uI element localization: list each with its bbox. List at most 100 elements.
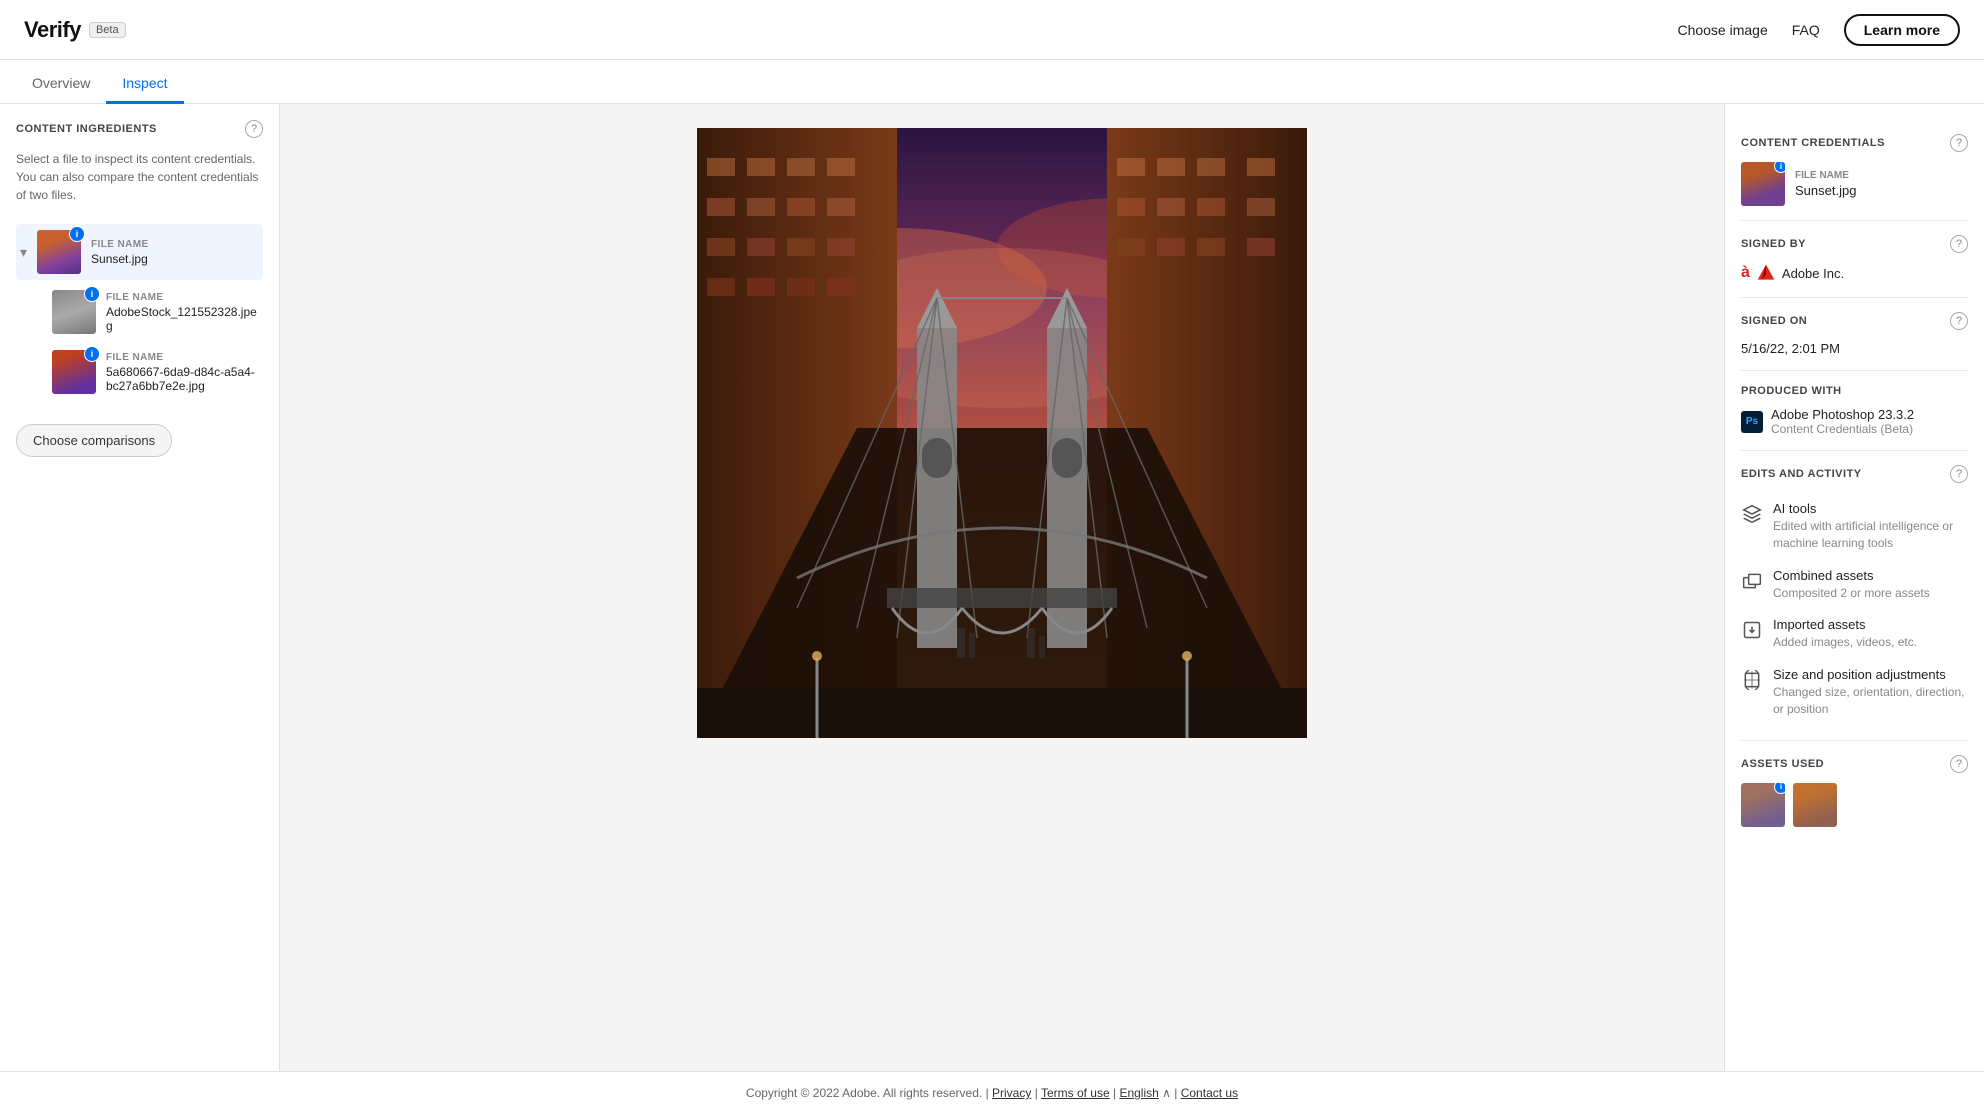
panel-title: CONTENT INGREDIENTS <box>16 123 157 135</box>
file-label-stock: FILE NAME AdobeStock_121552328.jpeg <box>106 292 259 333</box>
signed-on-title: SIGNED ON <box>1741 315 1807 327</box>
activity-size-pos-title: Size and position adjustments <box>1773 667 1968 682</box>
size-position-icon <box>1741 669 1763 691</box>
file-thumb-wrap-sunset: i <box>37 230 81 274</box>
combined-assets-icon <box>1741 570 1763 592</box>
cc-file-thumb: i <box>1741 162 1785 206</box>
produced-app-name: Adobe Photoshop 23.3.2 <box>1771 407 1914 422</box>
produced-info: Adobe Photoshop 23.3.2 Content Credentia… <box>1771 407 1914 436</box>
section-content-credentials: CONTENT CREDENTIALS ? i FILE NAME Sunset… <box>1741 120 1968 221</box>
cc-help-icon[interactable]: ? <box>1950 134 1968 152</box>
activity-ai-tools: AI tools Edited with artificial intellig… <box>1741 493 1968 560</box>
file-name-stock: AdobeStock_121552328.jpeg <box>106 305 259 333</box>
section-produced-with: PRODUCED WITH Ps Adobe Photoshop 23.3.2 … <box>1741 371 1968 451</box>
produced-with-row: Ps Adobe Photoshop 23.3.2 Content Creden… <box>1741 407 1968 436</box>
footer-contact-link[interactable]: Contact us <box>1181 1086 1238 1100</box>
right-panel: CONTENT CREDENTIALS ? i FILE NAME Sunset… <box>1724 104 1984 1071</box>
signed-by-title: SIGNED BY <box>1741 238 1806 250</box>
faq-button[interactable]: FAQ <box>1792 22 1820 38</box>
section-edits-activity: EDITS AND ACTIVITY ? AI tools Edited wit… <box>1741 451 1968 741</box>
tab-bar: Overview Inspect <box>0 60 1984 104</box>
footer-english-link[interactable]: English <box>1119 1086 1158 1100</box>
choose-comparisons-button[interactable]: Choose comparisons <box>16 424 172 457</box>
signed-by-help-icon[interactable]: ? <box>1950 235 1968 253</box>
panel-description: Select a file to inspect its content cre… <box>16 150 263 204</box>
signed-on-help-icon[interactable]: ? <box>1950 312 1968 330</box>
activity-combined-desc: Composited 2 or more assets <box>1773 585 1930 602</box>
app-name: Verify <box>24 17 81 43</box>
file-name-sunset: Sunset.jpg <box>91 252 149 266</box>
file-label-uuid: FILE NAME 5a680667-6da9-d84c-a5a4-bc27a6… <box>106 352 259 393</box>
activity-size-position: Size and position adjustments Changed si… <box>1741 659 1968 726</box>
cc-file-name: Sunset.jpg <box>1795 183 1856 198</box>
activity-size-pos-desc: Changed size, orientation, direction, or… <box>1773 684 1968 718</box>
center-panel <box>280 104 1724 1071</box>
file-thumb-wrap-uuid: i <box>52 350 96 394</box>
panel-help-icon[interactable]: ? <box>245 120 263 138</box>
file-item-stock[interactable]: i FILE NAME AdobeStock_121552328.jpeg <box>16 284 263 340</box>
cc-file-name-label: FILE NAME <box>1795 170 1856 181</box>
activity-size-pos-text: Size and position adjustments Changed si… <box>1773 667 1968 718</box>
tab-overview[interactable]: Overview <box>16 65 106 104</box>
edits-activity-header: EDITS AND ACTIVITY ? <box>1741 465 1968 483</box>
main-image-container <box>697 128 1307 738</box>
edits-activity-title: EDITS AND ACTIVITY <box>1741 468 1862 480</box>
produced-with-title: PRODUCED WITH <box>1741 385 1842 397</box>
main-image-svg <box>697 128 1307 738</box>
signed-by-header: SIGNED BY ? <box>1741 235 1968 253</box>
photoshop-icon: Ps <box>1741 411 1763 433</box>
signed-by-row: à Adobe Inc. <box>1741 263 1968 283</box>
learn-more-button[interactable]: Learn more <box>1844 14 1960 46</box>
assets-used-row: i <box>1741 783 1968 827</box>
file-list: ▾ i FILE NAME Sunset.jpg i FILE NAME <box>16 224 263 400</box>
activity-combined-assets: Combined assets Composited 2 or more ass… <box>1741 560 1968 610</box>
logo-area: Verify Beta <box>24 17 126 43</box>
activity-combined-text: Combined assets Composited 2 or more ass… <box>1773 568 1930 602</box>
footer-terms-link[interactable]: Terms of use <box>1041 1086 1110 1100</box>
choose-image-button[interactable]: Choose image <box>1677 22 1767 38</box>
file-info-icon-uuid: i <box>84 346 100 362</box>
cc-file-info: FILE NAME Sunset.jpg <box>1795 170 1856 198</box>
file-label-sunset: FILE NAME Sunset.jpg <box>91 239 149 266</box>
imported-assets-icon <box>1741 619 1763 641</box>
adobe-logo-icon: à <box>1741 264 1750 282</box>
section-signed-on: SIGNED ON ? 5/16/22, 2:01 PM <box>1741 298 1968 371</box>
assets-used-title: ASSETS USED <box>1741 758 1824 770</box>
file-name-uuid: 5a680667-6da9-d84c-a5a4-bc27a6bb7e2e.jpg <box>106 365 259 393</box>
assets-used-header: ASSETS USED ? <box>1741 755 1968 773</box>
asset-thumb-1[interactable]: i <box>1741 783 1785 827</box>
footer: Copyright © 2022 Adobe. All rights reser… <box>0 1071 1984 1114</box>
produced-app-sub: Content Credentials (Beta) <box>1771 422 1914 436</box>
cc-file-row: i FILE NAME Sunset.jpg <box>1741 162 1968 206</box>
tab-inspect[interactable]: Inspect <box>106 65 183 104</box>
activity-ai-tools-text: AI tools Edited with artificial intellig… <box>1773 501 1968 552</box>
ai-tools-icon <box>1741 503 1763 525</box>
panel-header: CONTENT INGREDIENTS ? <box>16 120 263 138</box>
section-assets-used: ASSETS USED ? i <box>1741 741 1968 841</box>
asset-thumb-2[interactable] <box>1793 783 1837 827</box>
chevron-icon: ▾ <box>20 244 27 261</box>
assets-used-help-icon[interactable]: ? <box>1950 755 1968 773</box>
main-content: CONTENT INGREDIENTS ? Select a file to i… <box>0 104 1984 1071</box>
activity-ai-tools-title: AI tools <box>1773 501 1968 516</box>
left-panel: CONTENT INGREDIENTS ? Select a file to i… <box>0 104 280 1071</box>
footer-privacy-link[interactable]: Privacy <box>992 1086 1031 1100</box>
file-item-sunset[interactable]: ▾ i FILE NAME Sunset.jpg <box>16 224 263 280</box>
header-nav: Choose image FAQ Learn more <box>1677 14 1960 46</box>
file-name-label-stock: FILE NAME <box>106 292 259 303</box>
activity-ai-tools-desc: Edited with artificial intelligence or m… <box>1773 518 1968 552</box>
activity-imported-text: Imported assets Added images, videos, et… <box>1773 617 1917 651</box>
beta-badge: Beta <box>89 22 126 38</box>
signed-by-name: Adobe Inc. <box>1782 266 1844 281</box>
produced-with-header: PRODUCED WITH <box>1741 385 1968 397</box>
edits-activity-help-icon[interactable]: ? <box>1950 465 1968 483</box>
adobe-icon-svg <box>1756 263 1776 283</box>
activity-imported-assets: Imported assets Added images, videos, et… <box>1741 609 1968 659</box>
section-signed-by: SIGNED BY ? à Adobe Inc. <box>1741 221 1968 298</box>
activity-combined-title: Combined assets <box>1773 568 1930 583</box>
activity-imported-title: Imported assets <box>1773 617 1917 632</box>
file-item-uuid[interactable]: i FILE NAME 5a680667-6da9-d84c-a5a4-bc27… <box>16 344 263 400</box>
file-info-icon-stock: i <box>84 286 100 302</box>
cc-title: CONTENT CREDENTIALS <box>1741 137 1885 149</box>
signed-on-header: SIGNED ON ? <box>1741 312 1968 330</box>
